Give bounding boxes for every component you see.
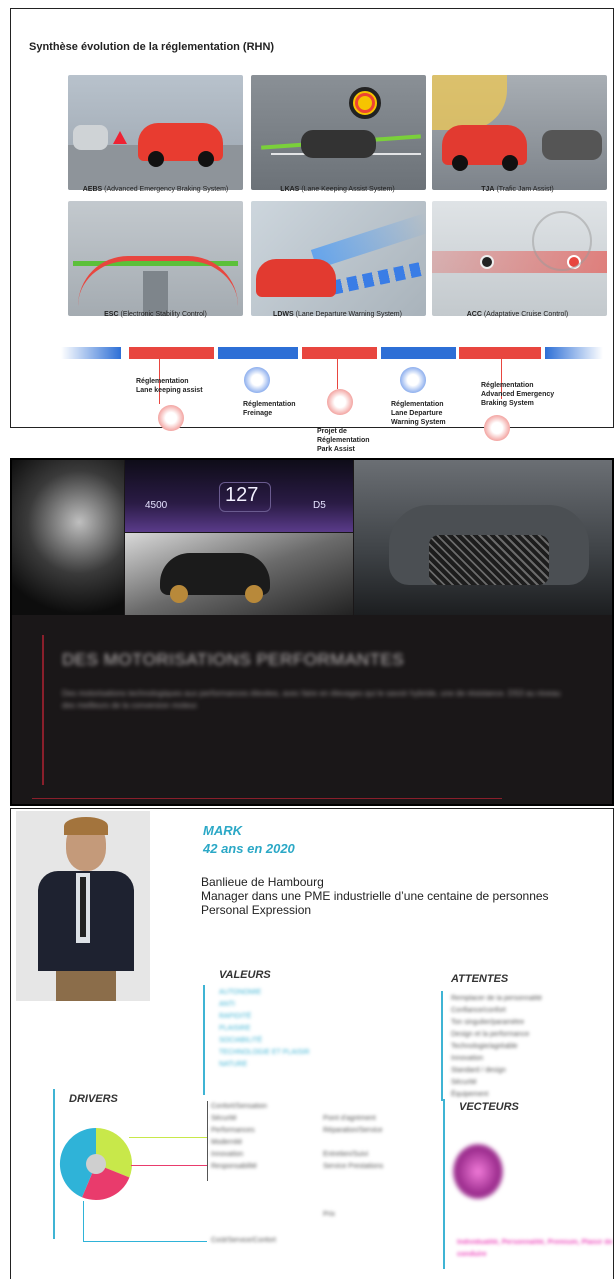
- lkas-illustration: [251, 75, 426, 190]
- timeline-marker: [327, 389, 353, 415]
- timeline-marker: [400, 367, 426, 393]
- acc-illustration: [432, 201, 607, 316]
- valeurs-title: VALEURS: [219, 969, 271, 981]
- ldws-illustration: [251, 201, 426, 316]
- vecteurs-image: [453, 1144, 503, 1199]
- persona-age: 42 ans en 2020: [203, 841, 295, 856]
- motorisation-heading: DES MOTORISATIONS PERFORMANTES: [62, 650, 405, 669]
- drivers-bottom: Coût/Service/Confort: [211, 1237, 276, 1244]
- vecteurs-title: VECTEURS: [459, 1101, 519, 1113]
- drivers-title: DRIVERS: [69, 1093, 118, 1105]
- drivers-right-list: Point d'agrément Réparation/Service Entret…: [323, 1115, 384, 1218]
- timeline-label: Réglementation Lane keeping assist: [136, 378, 203, 394]
- esc-illustration: [68, 201, 243, 316]
- tja-illustration: [432, 75, 607, 190]
- timeline-label: Projet de Réglementation Park Assist: [317, 428, 370, 453]
- regulation-timeline: [61, 342, 603, 364]
- timeline-label: Réglementation Advanced Emergency Brakin…: [481, 382, 555, 407]
- persona-slide: MARK 42 ans en 2020 Banlieue de Hambourg…: [10, 808, 614, 1279]
- dashboard-image: 4500 127 D5: [125, 460, 353, 532]
- timeline-marker: [244, 367, 270, 393]
- persona-photo: [16, 811, 150, 1001]
- drivers-list: Confort/Sensation Sécurité Performances Mod…: [211, 1103, 268, 1170]
- timeline-label: Réglementation Freinage: [243, 401, 296, 417]
- valeurs-list: AUTONOMIE ANTI RAPIDITÉ PLAISIRE SOCIABILITÉ…: [219, 989, 310, 1068]
- timeline-label: Réglementation Lane Departure Warning Sy…: [391, 401, 446, 426]
- timeline-marker: [484, 415, 510, 441]
- persona-info: Banlieue de Hambourg Manager dans une PM…: [201, 875, 549, 917]
- regulation-slide: Synthèse évolution de la réglementation …: [10, 8, 614, 453]
- dash-right: D5: [313, 500, 326, 511]
- timeline-marker: [158, 405, 184, 431]
- system-caption: ACC (Adaptative Cruise Control): [466, 311, 569, 318]
- ds-motorisation-slide: 4500 127 D5 DES MOTORISATIONS PERFORMANT…: [10, 458, 614, 806]
- system-caption: LDWS (Lane Departure Warning System): [273, 311, 402, 318]
- persona-name: MARK: [203, 823, 242, 838]
- system-caption: ESC (Electronic Stability Control): [104, 311, 207, 318]
- motorisation-body: Des motorisations technologiques aux per…: [62, 689, 561, 710]
- drivers-pie-chart: [59, 1127, 133, 1201]
- ds-grille-front-image: [354, 460, 612, 615]
- slide-title: Synthèse évolution de la réglementation …: [29, 41, 275, 53]
- ds3-car-image: [125, 533, 353, 615]
- aebs-illustration: [68, 75, 243, 190]
- grille-detail-image: [12, 460, 124, 615]
- vecteurs-text: Individualité, Personnalité, Premium, Pl…: [457, 1239, 613, 1258]
- attentes-title: ATTENTES: [451, 973, 509, 985]
- system-caption: AEBS (Advanced Emergency Braking System): [82, 186, 229, 193]
- system-caption: LKAS (Lane Keeping Assist System): [280, 186, 395, 193]
- dash-left: 4500: [145, 500, 168, 511]
- system-caption: TJA (Trafic Jam Assist): [481, 186, 554, 193]
- attentes-list: Remplacer de la personnalité Confiance/co…: [451, 995, 543, 1098]
- dash-speed: 127: [225, 484, 259, 506]
